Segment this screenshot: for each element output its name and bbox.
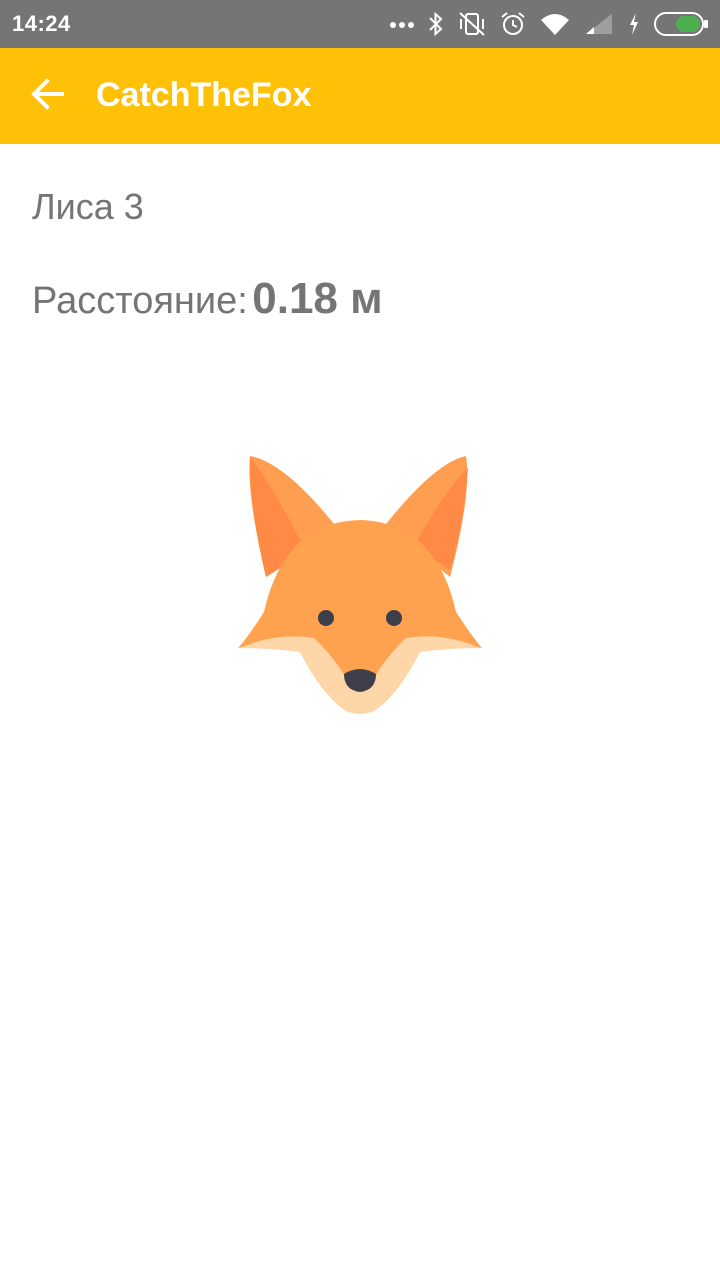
fox-detail: Лиса 3 Расстояние: 0.18 м bbox=[0, 144, 720, 1280]
app-title: CatchTheFox bbox=[96, 76, 312, 114]
bluetooth-icon bbox=[428, 11, 444, 37]
charging-icon bbox=[628, 12, 640, 36]
distance-line: Расстояние: 0.18 м bbox=[32, 274, 383, 324]
distance-label: Расстояние: bbox=[32, 280, 248, 322]
back-button[interactable] bbox=[20, 72, 76, 120]
distance-value: 0.18 м bbox=[252, 274, 383, 323]
alarm-icon bbox=[500, 11, 526, 37]
wifi-icon bbox=[540, 12, 570, 36]
cell-signal-icon bbox=[584, 12, 614, 36]
status-icons bbox=[390, 8, 710, 40]
arrow-back-icon bbox=[30, 76, 66, 117]
status-time: 14:24 bbox=[12, 11, 71, 36]
vibrate-off-icon bbox=[458, 11, 486, 37]
fox-name: Лиса 3 bbox=[32, 186, 144, 227]
battery-icon bbox=[654, 11, 710, 37]
status-bar: 14:24 bbox=[0, 0, 720, 48]
fox-head-icon bbox=[236, 452, 484, 714]
app-bar: CatchTheFox bbox=[0, 48, 720, 144]
more-dots-icon bbox=[390, 20, 414, 28]
